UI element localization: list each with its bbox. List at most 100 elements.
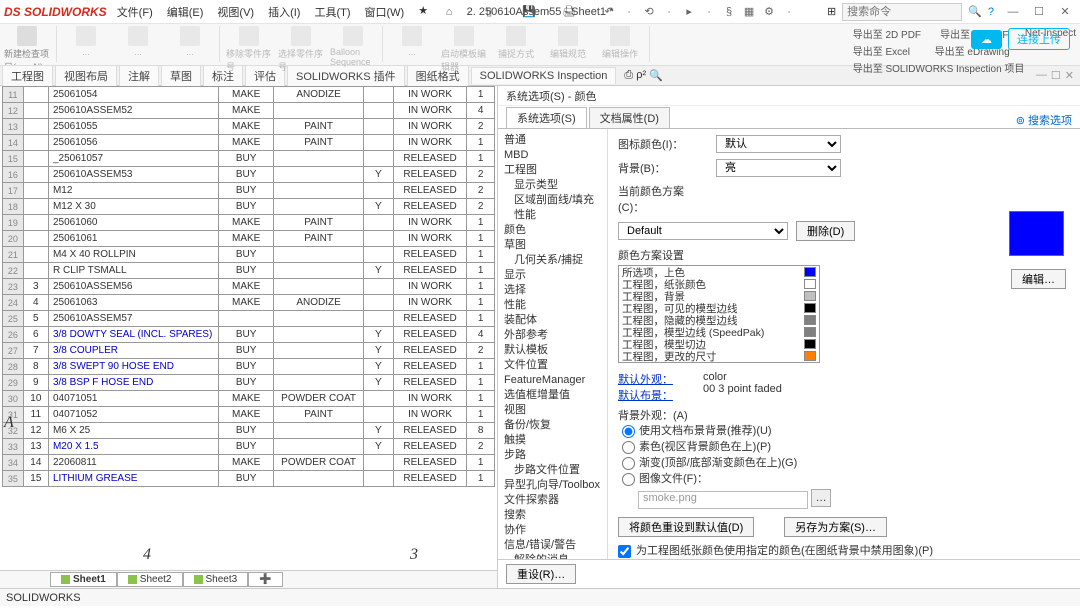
tree-node[interactable]: 选择 — [504, 283, 601, 298]
command-search-input[interactable] — [842, 3, 962, 21]
tree-node[interactable]: 选值框增量值 — [504, 388, 601, 403]
ribbon-remove-balloon[interactable]: 移除零件序号 — [226, 26, 272, 73]
table-row[interactable]: 18M12 X 30BUYYRELEASED2 — [3, 199, 495, 215]
tree-node[interactable]: 搜索 — [504, 508, 601, 523]
btn-reset-colors[interactable]: 将颜色重设到默认值(D) — [618, 517, 754, 537]
menu-more-icon[interactable]: ★ — [418, 4, 428, 20]
tab-annotation[interactable]: 注解 — [119, 65, 159, 86]
tree-node[interactable]: 异型孔向导/Toolbox — [504, 478, 601, 493]
table-row[interactable]: 2773/8 COUPLERBUYYRELEASED2 — [3, 343, 495, 359]
table-row[interactable]: 233250610ASSEM56MAKEIN WORK1 — [3, 279, 495, 295]
export-2dpdf[interactable]: 导出至 2D PDF — [853, 26, 921, 41]
tab-sketch[interactable]: 草图 — [161, 65, 201, 86]
table-row[interactable]: 1125061054MAKEANODIZEIN WORK1 — [3, 87, 495, 103]
tab-drawing[interactable]: 工程图 — [2, 65, 53, 86]
bg-radio[interactable]: 图像文件(F)： — [622, 471, 1070, 487]
tree-node[interactable]: 区域剖面线/填充 — [504, 193, 601, 208]
link-default-appearance[interactable]: 默认外观： — [618, 374, 673, 386]
search-icon[interactable]: 🔍 — [968, 5, 982, 18]
sheet-tab-3[interactable]: Sheet3 — [183, 572, 249, 587]
btn-edit-color[interactable]: 编辑… — [1011, 269, 1066, 289]
ribbon-capture[interactable]: 捕捉方式 — [493, 26, 539, 60]
tab-inspection[interactable]: SOLIDWORKS Inspection — [471, 67, 617, 84]
ribbon-select-balloon[interactable]: 选择零件序号 — [278, 26, 324, 73]
table-row[interactable]: 2993/8 BSP F HOSE ENDBUYYRELEASED1 — [3, 375, 495, 391]
table-row[interactable]: 1425061056MAKEPAINTIN WORK1 — [3, 135, 495, 151]
export-excel[interactable]: 导出至 Excel — [853, 43, 910, 58]
color-list-item[interactable]: 工程图，已修改单元格 (BOM) — [619, 362, 819, 363]
panel-close-icon[interactable]: ✕ — [1065, 69, 1074, 82]
table-row[interactable]: 301004071051MAKEPOWDER COATIN WORK1 — [3, 391, 495, 407]
bg-radio[interactable]: 素色(视区背景颜色在上)(P) — [622, 439, 1070, 455]
options-tree[interactable]: 普通MBD工程图显示类型区域剖面线/填充性能颜色草图几何关系/捕捉显示选择性能装… — [498, 129, 608, 559]
maximize-icon[interactable]: ☐ — [1028, 3, 1050, 21]
browse-image-button[interactable]: … — [811, 489, 831, 507]
tree-node[interactable]: 性能 — [504, 298, 601, 313]
table-row[interactable]: 2025061061MAKEPAINTIN WORK1 — [3, 231, 495, 247]
tree-node[interactable]: 普通 — [504, 133, 601, 148]
table-row[interactable]: 17M12BUYRELEASED2 — [3, 183, 495, 199]
opt-tab-system[interactable]: 系统选项(S) — [506, 107, 587, 128]
table-row[interactable]: 3515LITHIUM GREASEBUYRELEASED1 — [3, 471, 495, 487]
tree-node[interactable]: 视图 — [504, 403, 601, 418]
ribbon-b3[interactable]: ... — [167, 26, 213, 57]
export-swproj[interactable]: 导出至 SOLIDWORKS Inspection 项目 — [853, 60, 1025, 75]
ribbon-edit-spec[interactable]: 编辑规范 — [545, 26, 591, 60]
minimize-icon[interactable]: — — [1002, 3, 1024, 21]
tree-node[interactable]: 步路文件位置 — [504, 463, 601, 478]
tree-node[interactable]: 信息/错误/警告 — [504, 538, 601, 553]
panel-max-icon[interactable]: ☐ — [1051, 69, 1061, 82]
tree-node[interactable]: 外部参考 — [504, 328, 601, 343]
table-row[interactable]: 3212M6 X 25BUYYRELEASED8 — [3, 423, 495, 439]
table-row[interactable]: 1325061055MAKEPAINTIN WORK2 — [3, 119, 495, 135]
table-row[interactable]: 1925061060MAKEPAINTIN WORK1 — [3, 215, 495, 231]
tab-layout[interactable]: 视图布局 — [55, 65, 117, 86]
menu-edit[interactable]: 编辑(E) — [167, 4, 204, 20]
menu-tools[interactable]: 工具(T) — [314, 4, 350, 20]
bg-radio[interactable]: 使用文档布景背景(推荐)(U) — [622, 423, 1070, 439]
tree-node[interactable]: 几何关系/捕捉 — [504, 253, 601, 268]
ribbon-edit-op[interactable]: 编辑操作 — [597, 26, 643, 60]
menu-insert[interactable]: 插入(I) — [268, 4, 300, 20]
view-icon-3[interactable]: 🔍 — [649, 69, 663, 82]
table-row[interactable]: 311104071052MAKEPAINTIN WORK1 — [3, 407, 495, 423]
table-row[interactable]: 2883/8 SWEPT 90 HOSE ENDBUYYRELEASED1 — [3, 359, 495, 375]
tree-node[interactable]: 备份/恢复 — [504, 418, 601, 433]
table-row[interactable]: 341422060811MAKEPOWDER COATRELEASED1 — [3, 455, 495, 471]
link-icon[interactable]: § — [722, 6, 736, 18]
bom-table[interactable]: 1125061054MAKEANODIZEIN WORK112250610ASS… — [2, 86, 495, 487]
sheet-tab-2[interactable]: Sheet2 — [117, 572, 183, 587]
color-checkbox[interactable]: 为工程图纸张颜色使用指定的颜色(在图纸背景中禁用图象)(P) — [618, 543, 1070, 559]
table-row[interactable]: 255250610ASSEM57RELEASED1 — [3, 311, 495, 327]
tree-node[interactable]: 触摸 — [504, 433, 601, 448]
ribbon-b2[interactable]: ... — [115, 26, 161, 57]
sel-bg[interactable]: 亮 — [716, 159, 841, 177]
ribbon-template-editor[interactable]: 启动模板编辑器 — [441, 26, 487, 73]
tree-node[interactable]: MBD — [504, 148, 601, 163]
view-icon-2[interactable]: ρ² — [636, 69, 646, 82]
link-default-layout[interactable]: 默认布景： — [618, 390, 673, 402]
sheet-tab-1[interactable]: Sheet1 — [50, 572, 117, 587]
sheet-tab-add[interactable]: ➕ — [248, 572, 282, 587]
cloud-button[interactable]: ☁ — [971, 30, 1002, 49]
tree-node[interactable]: 性能 — [504, 208, 601, 223]
ribbon-b7[interactable]: ... — [389, 26, 435, 57]
table-row[interactable]: 3313M20 X 1.5BUYYRELEASED2 — [3, 439, 495, 455]
options-search[interactable]: ⊚搜索选项 — [1016, 112, 1072, 128]
sel-icon-color[interactable]: 默认 — [716, 135, 841, 153]
view-icon-1[interactable]: ⎙ — [624, 69, 633, 82]
bg-radio[interactable]: 渐变(顶部/底部渐变颜色在上)(G) — [622, 455, 1070, 471]
tree-node[interactable]: 显示类型 — [504, 178, 601, 193]
tree-node[interactable]: 装配体 — [504, 313, 601, 328]
color-scheme-list[interactable]: 所选项，上色工程图，纸张颜色工程图，背景工程图，可见的模型边线工程图，隐藏的模型… — [618, 265, 820, 363]
btn-reset-all[interactable]: 重设(R)… — [506, 564, 576, 584]
grid-icon[interactable]: ▦ — [742, 5, 756, 18]
ribbon-balloon-seq[interactable]: Balloon Sequence — [330, 26, 376, 67]
table-row[interactable]: 22R CLIP TSMALLBUYYRELEASED1 — [3, 263, 495, 279]
tree-node[interactable]: 颜色 — [504, 223, 601, 238]
menu-file[interactable]: 文件(F) — [117, 4, 153, 20]
tree-node[interactable]: 默认模板 — [504, 343, 601, 358]
tree-node[interactable]: 草图 — [504, 238, 601, 253]
menu-view[interactable]: 视图(V) — [217, 4, 254, 20]
rebuild-icon[interactable]: ⟲ — [642, 5, 656, 18]
